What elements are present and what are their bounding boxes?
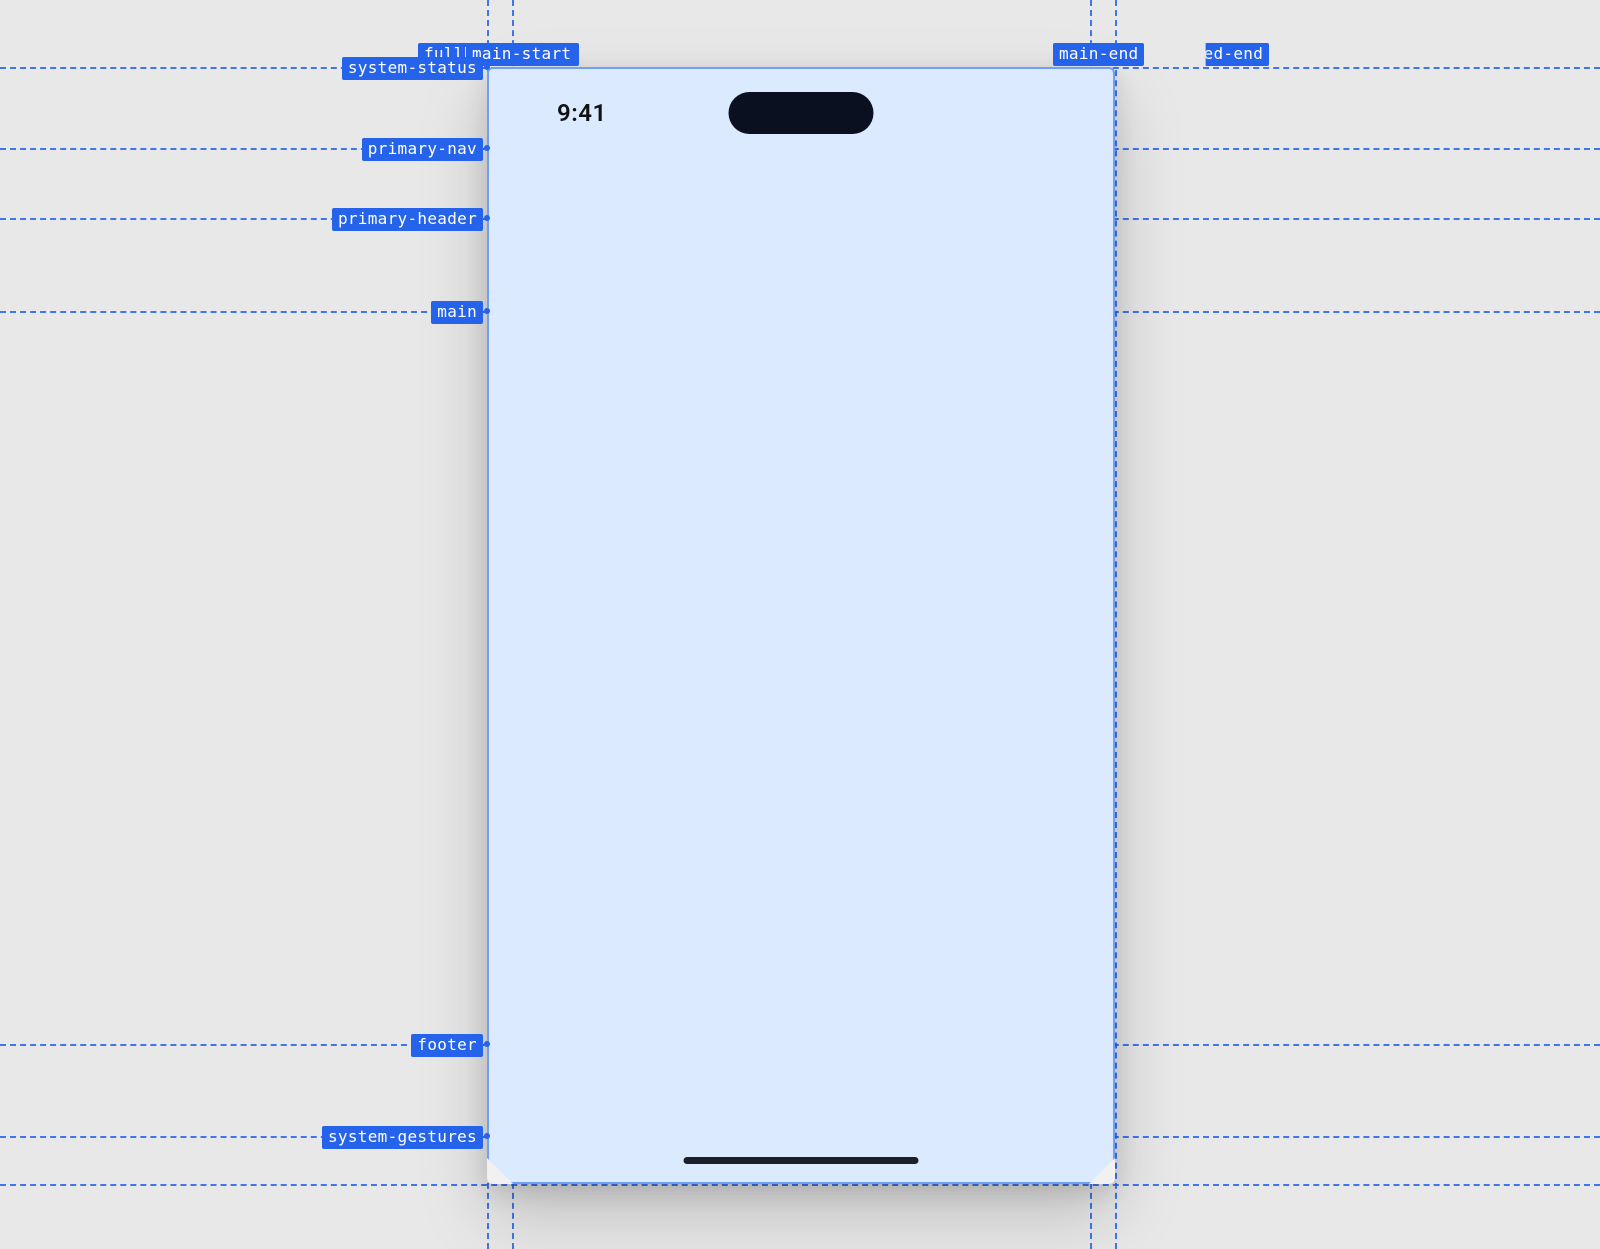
dot	[484, 1041, 490, 1047]
hlabel-primary-header: primary-header	[332, 208, 483, 231]
vlabel-fullbleed-end: fullbleed-end	[1128, 43, 1269, 66]
hlabel-system-status: system-status	[342, 57, 483, 80]
device-corner-bl	[487, 1158, 513, 1184]
device-corner-br	[1089, 1158, 1115, 1184]
vlabel-main-end: main-end	[1053, 43, 1144, 66]
hlabel-footer: footer	[411, 1034, 483, 1057]
home-indicator[interactable]	[684, 1157, 919, 1164]
vguide-fullbleed-end	[1115, 0, 1117, 1249]
layout-canvas: 9:41 fullbleed-start main-start main-end…	[0, 0, 1600, 1249]
dot	[484, 308, 490, 314]
hlabel-primary-nav: primary-nav	[362, 138, 483, 161]
hlabel-main: main	[431, 301, 483, 324]
hlabel-system-gestures: system-gestures	[322, 1126, 483, 1149]
dynamic-island	[729, 92, 874, 134]
dot	[484, 64, 490, 70]
device-frame: 9:41	[487, 67, 1115, 1184]
dot	[484, 215, 490, 221]
dot	[484, 1133, 490, 1139]
hguide-bottom	[0, 1184, 1600, 1186]
dot	[484, 145, 490, 151]
status-time: 9:41	[557, 99, 607, 127]
